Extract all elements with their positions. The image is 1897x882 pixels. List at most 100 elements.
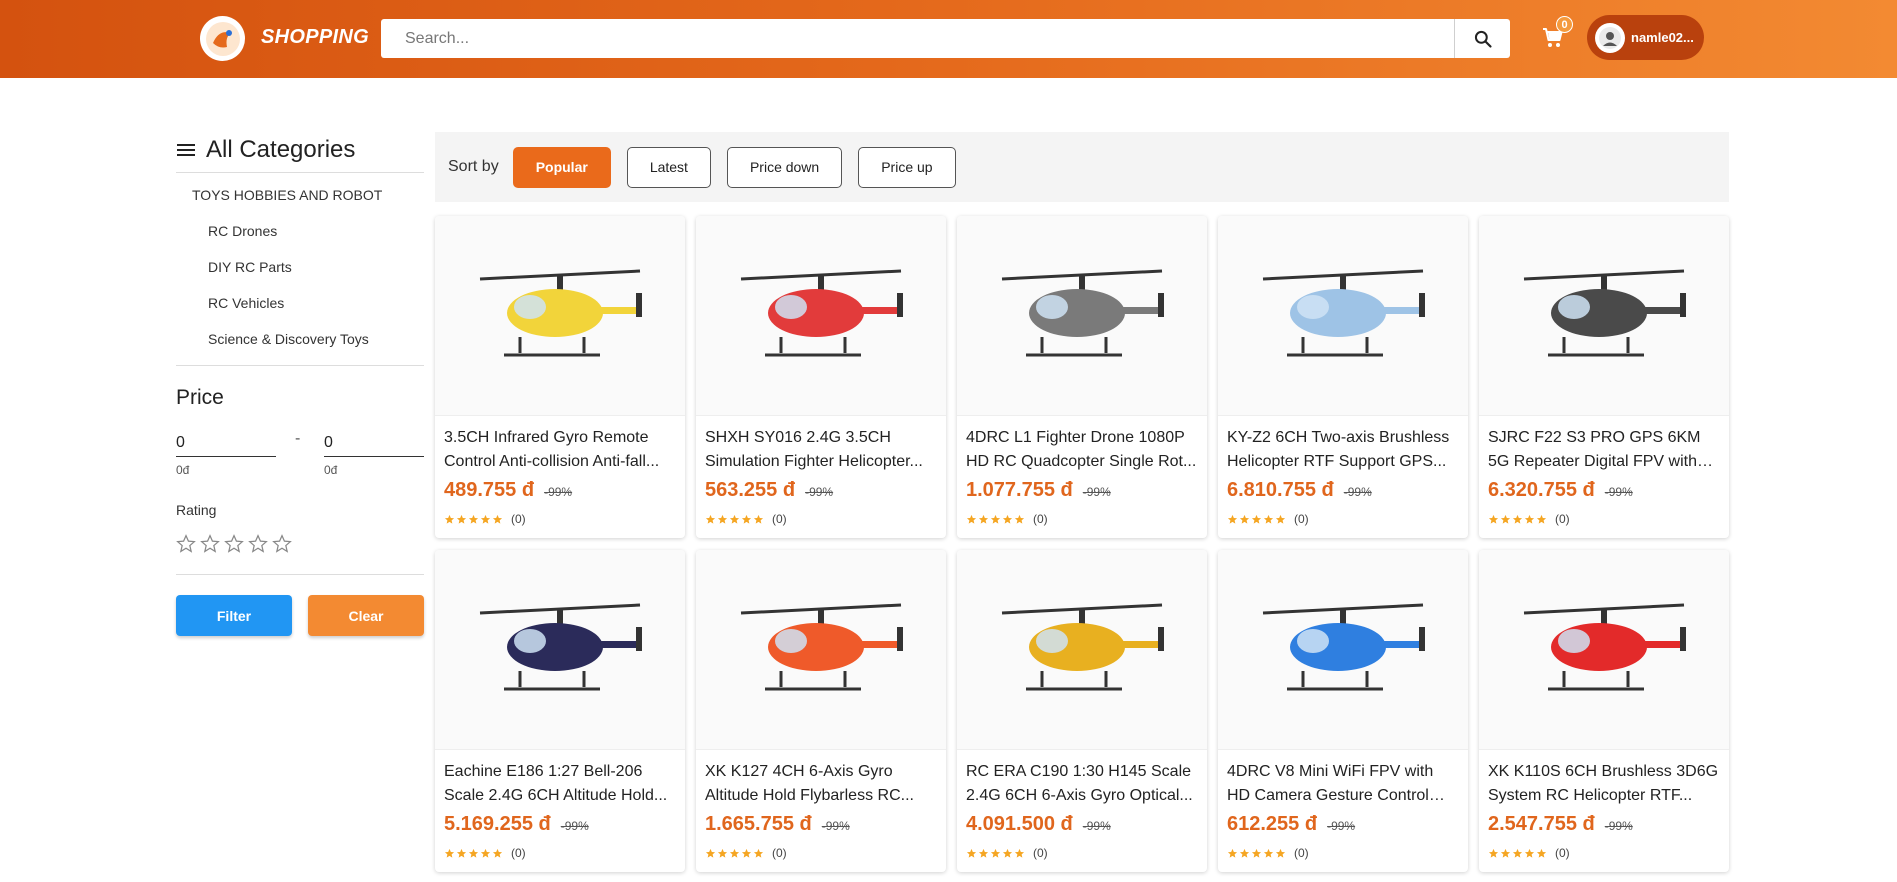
price-title: Price bbox=[176, 386, 224, 409]
product-image[interactable] bbox=[1479, 550, 1729, 750]
product-image[interactable] bbox=[1479, 216, 1729, 416]
user-menu[interactable]: namle02... bbox=[1587, 15, 1704, 60]
rating-stars bbox=[705, 848, 764, 859]
star-outline-icon[interactable] bbox=[248, 534, 268, 554]
price-min-field: 0đ bbox=[176, 430, 276, 477]
category-item-rc-drones[interactable]: RC Drones bbox=[176, 213, 424, 249]
rating-count: (0) bbox=[511, 512, 526, 526]
brand-name[interactable]: SHOPPING bbox=[261, 26, 369, 49]
product-name[interactable]: KY-Z2 6CH Two-axis Brushless Helicopter … bbox=[1227, 426, 1459, 474]
rating-stars bbox=[444, 514, 503, 525]
filter-actions: Filter Clear bbox=[176, 595, 424, 636]
product-name[interactable]: 4DRC L1 Fighter Drone 1080P HD RC Quadco… bbox=[966, 426, 1198, 474]
product-image[interactable] bbox=[696, 550, 946, 750]
product-card[interactable]: 3.5CH Infrared Gyro Remote Control Anti-… bbox=[435, 216, 685, 538]
product-name[interactable]: Eachine E186 1:27 Bell-206 Scale 2.4G 6C… bbox=[444, 760, 676, 808]
product-price-line: 612.255 đ -99% bbox=[1227, 813, 1459, 836]
rating-stars bbox=[1488, 848, 1547, 859]
star-filled-icon bbox=[966, 514, 977, 524]
category-item-rc-vehicles[interactable]: RC Vehicles bbox=[176, 285, 424, 321]
product-grid: 3.5CH Infrared Gyro Remote Control Anti-… bbox=[435, 216, 1729, 872]
product-name[interactable]: XK K110S 6CH Brushless 3D6G System RC He… bbox=[1488, 760, 1720, 808]
sort-price-down-button[interactable]: Price down bbox=[726, 146, 843, 188]
brand-logo[interactable] bbox=[200, 16, 245, 61]
product-image[interactable] bbox=[435, 550, 685, 750]
sort-popular-button[interactable]: Popular bbox=[512, 146, 611, 188]
helicopter-image-icon bbox=[1262, 603, 1425, 690]
star-outline-icon[interactable] bbox=[224, 534, 244, 554]
product-name[interactable]: SJRC F22 S3 PRO GPS 6KM 5G Repeater Digi… bbox=[1488, 426, 1720, 474]
product-card[interactable]: RC ERA C190 1:30 H145 Scale 2.4G 6CH 6-A… bbox=[957, 550, 1207, 872]
product-image[interactable] bbox=[696, 216, 946, 416]
product-card[interactable]: Eachine E186 1:27 Bell-206 Scale 2.4G 6C… bbox=[435, 550, 685, 872]
product-image[interactable] bbox=[435, 216, 685, 416]
product-card[interactable]: XK K127 4CH 6-Axis Gyro Altitude Hold Fl… bbox=[696, 550, 946, 872]
rating-count: (0) bbox=[772, 846, 787, 860]
search-button[interactable] bbox=[1454, 19, 1510, 58]
rating-count: (0) bbox=[1033, 512, 1048, 526]
star-filled-icon bbox=[1275, 514, 1286, 524]
product-price-line: 2.547.755 đ -99% bbox=[1488, 813, 1720, 836]
star-filled-icon bbox=[480, 514, 491, 524]
product-name[interactable]: 4DRC V8 Mini WiFi FPV with HD Camera Ges… bbox=[1227, 760, 1459, 808]
category-root[interactable]: TOYS HOBBIES AND ROBOT bbox=[176, 173, 424, 213]
star-outline-icon[interactable] bbox=[200, 534, 220, 554]
filter-button[interactable]: Filter bbox=[176, 595, 292, 636]
star-outline-icon[interactable] bbox=[272, 534, 292, 554]
sort-latest-button[interactable]: Latest bbox=[626, 146, 711, 188]
product-discount: -99% bbox=[1082, 485, 1111, 499]
star-filled-icon bbox=[729, 514, 740, 524]
category-item-diy-rc-parts[interactable]: DIY RC Parts bbox=[176, 249, 424, 285]
product-card[interactable]: 4DRC L1 Fighter Drone 1080P HD RC Quadco… bbox=[957, 216, 1207, 538]
product-image[interactable] bbox=[1218, 216, 1468, 416]
helicopter-image-icon bbox=[740, 603, 903, 690]
product-price-line: 5.169.255 đ -99% bbox=[444, 813, 676, 836]
top-header: SHOPPING 0 namle02... bbox=[0, 0, 1897, 78]
product-name[interactable]: 3.5CH Infrared Gyro Remote Control Anti-… bbox=[444, 426, 676, 474]
product-price: 5.169.255 đ bbox=[444, 813, 551, 835]
star-filled-icon bbox=[1239, 848, 1250, 858]
product-card[interactable]: SJRC F22 S3 PRO GPS 6KM 5G Repeater Digi… bbox=[1479, 216, 1729, 538]
star-filled-icon bbox=[978, 514, 989, 524]
product-price: 6.810.755 đ bbox=[1227, 479, 1334, 501]
price-max-input[interactable] bbox=[324, 430, 424, 457]
product-card[interactable]: 4DRC V8 Mini WiFi FPV with HD Camera Ges… bbox=[1218, 550, 1468, 872]
product-price: 563.255 đ bbox=[705, 479, 796, 501]
star-filled-icon bbox=[492, 848, 503, 858]
category-item-science-discovery-toys[interactable]: Science & Discovery Toys bbox=[176, 321, 424, 357]
product-info: Eachine E186 1:27 Bell-206 Scale 2.4G 6C… bbox=[435, 750, 685, 860]
clear-button[interactable]: Clear bbox=[308, 595, 424, 636]
product-card[interactable]: KY-Z2 6CH Two-axis Brushless Helicopter … bbox=[1218, 216, 1468, 538]
star-filled-icon bbox=[1263, 848, 1274, 858]
product-name[interactable]: XK K127 4CH 6-Axis Gyro Altitude Hold Fl… bbox=[705, 760, 937, 808]
product-price-line: 6.810.755 đ -99% bbox=[1227, 479, 1459, 502]
star-outline-icon[interactable] bbox=[176, 534, 196, 554]
star-filled-icon bbox=[1263, 514, 1274, 524]
product-discount: -99% bbox=[1343, 485, 1372, 499]
star-filled-icon bbox=[990, 848, 1001, 858]
search-input[interactable] bbox=[381, 19, 1454, 58]
product-name[interactable]: SHXH SY016 2.4G 3.5CH Simulation Fighter… bbox=[705, 426, 937, 474]
star-filled-icon bbox=[1488, 848, 1499, 858]
product-price: 612.255 đ bbox=[1227, 813, 1318, 835]
product-info: 4DRC L1 Fighter Drone 1080P HD RC Quadco… bbox=[957, 416, 1207, 526]
sort-label: Sort by bbox=[448, 158, 499, 175]
price-min-input[interactable] bbox=[176, 430, 276, 457]
product-price: 4.091.500 đ bbox=[966, 813, 1073, 835]
product-rating: (0) bbox=[705, 846, 937, 860]
rating-count: (0) bbox=[511, 846, 526, 860]
sort-price-up-button[interactable]: Price up bbox=[858, 146, 956, 188]
product-card[interactable]: SHXH SY016 2.4G 3.5CH Simulation Fighter… bbox=[696, 216, 946, 538]
product-image[interactable] bbox=[957, 216, 1207, 416]
product-info: SHXH SY016 2.4G 3.5CH Simulation Fighter… bbox=[696, 416, 946, 526]
star-filled-icon bbox=[468, 848, 479, 858]
product-image[interactable] bbox=[957, 550, 1207, 750]
product-price-line: 1.665.755 đ -99% bbox=[705, 813, 937, 836]
star-filled-icon bbox=[1227, 514, 1238, 524]
product-card[interactable]: XK K110S 6CH Brushless 3D6G System RC He… bbox=[1479, 550, 1729, 872]
product-rating: (0) bbox=[1488, 846, 1720, 860]
product-image[interactable] bbox=[1218, 550, 1468, 750]
product-discount: -99% bbox=[1327, 819, 1356, 833]
product-name[interactable]: RC ERA C190 1:30 H145 Scale 2.4G 6CH 6-A… bbox=[966, 760, 1198, 808]
star-filled-icon bbox=[1500, 514, 1511, 524]
